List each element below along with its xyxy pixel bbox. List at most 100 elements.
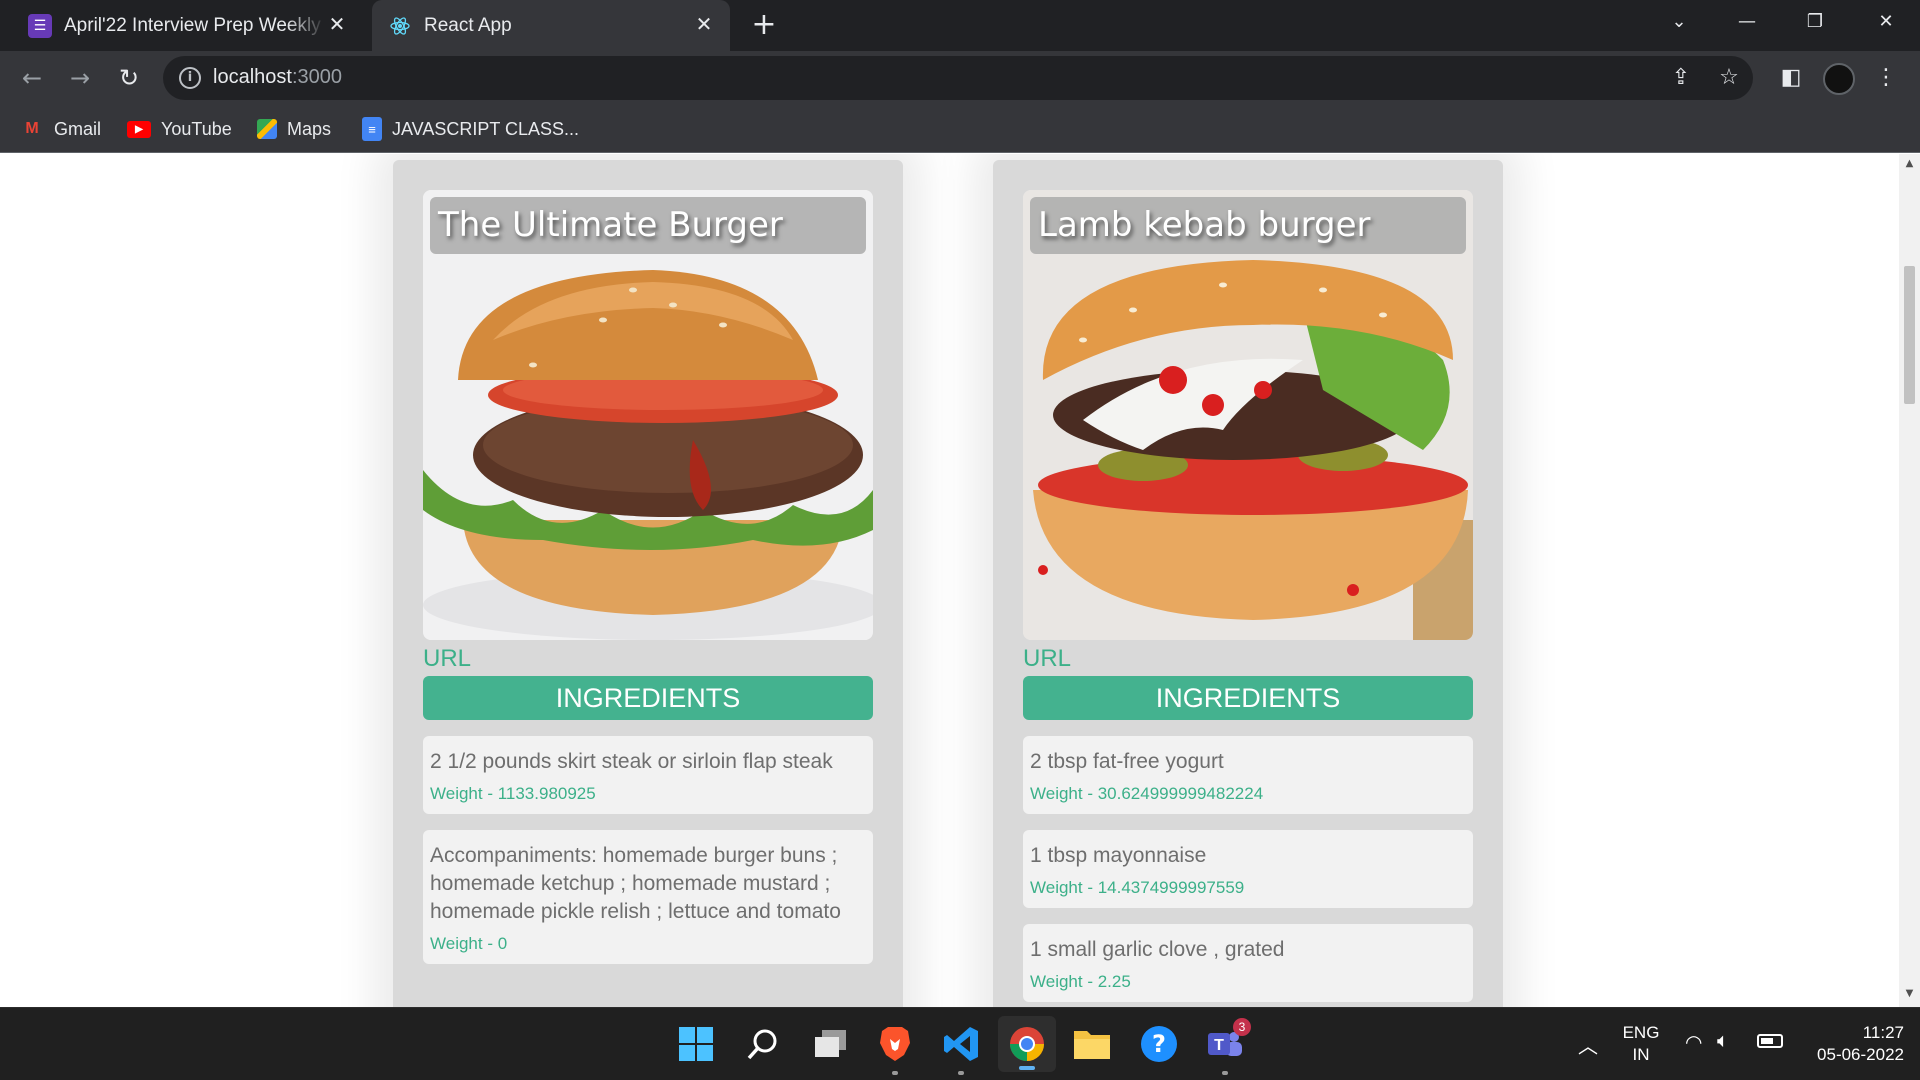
search-button[interactable] <box>741 1022 785 1066</box>
ingredient-text: 2 tbsp fat-free yogurt <box>1030 750 1224 773</box>
tab-title: React App <box>424 14 512 36</box>
recipe-title: Lamb kebab burger <box>1030 197 1466 254</box>
maps-icon <box>257 119 277 139</box>
form-icon: ☰ <box>28 13 52 38</box>
bookmark-javascript-class[interactable]: ≡ JAVASCRIPT CLASS... <box>362 115 579 143</box>
recipe-url-link[interactable]: URL <box>1023 644 1473 674</box>
url-text[interactable]: localhost:3000 <box>213 66 342 89</box>
help-icon: ? <box>1141 1026 1177 1062</box>
recipe-image: Lamb kebab burger <box>1023 190 1473 640</box>
side-panel-icon[interactable]: ◧ <box>1775 62 1807 94</box>
share-icon[interactable]: ⇪ <box>1668 66 1694 90</box>
scroll-up-icon[interactable]: ▲ <box>1903 158 1916 169</box>
start-button[interactable] <box>674 1022 718 1066</box>
active-indicator <box>1019 1066 1035 1070</box>
running-indicator <box>892 1071 898 1075</box>
bookmark-label: Maps <box>287 118 332 139</box>
site-info-icon[interactable]: i <box>179 67 201 89</box>
recipe-panel: The Ultimate Burger URL INGREDIENTS 2 1/… <box>393 160 903 1007</box>
gmail-icon: M <box>25 120 39 137</box>
recipe-image: The Ultimate Burger <box>423 190 873 640</box>
help-button[interactable]: ? <box>1137 1022 1181 1066</box>
bookmark-maps[interactable]: Maps <box>257 115 331 143</box>
forward-button[interactable]: → <box>64 62 96 94</box>
task-view-button[interactable] <box>808 1022 852 1066</box>
close-tab-icon[interactable]: ✕ <box>325 13 349 37</box>
scroll-down-icon[interactable]: ▼ <box>1903 988 1916 999</box>
recipe-panel: Lamb kebab burger URL INGREDIENTS 2 tbsp… <box>993 160 1503 1007</box>
recipe-card: The Ultimate Burger URL INGREDIENTS 2 1/… <box>423 190 873 964</box>
vscode-button[interactable] <box>939 1022 983 1075</box>
battery-icon[interactable] <box>1757 1034 1783 1048</box>
teams-button[interactable]: T 3 <box>1203 1018 1251 1075</box>
bookmark-youtube[interactable]: ▶ YouTube <box>127 115 232 143</box>
windows-taskbar: ? T 3 ︿ ENG IN ◠ 🔈︎ 11:27 05-06-2022 <box>0 1007 1920 1080</box>
brave-button[interactable] <box>873 1022 917 1075</box>
ingredient-weight: Weight - 0 <box>430 934 508 953</box>
folder-icon <box>1074 1031 1110 1059</box>
bookmark-label: YouTube <box>161 118 232 139</box>
close-window-button[interactable]: ✕ <box>1852 0 1920 44</box>
running-indicator <box>958 1071 964 1075</box>
date-label: 05-06-2022 <box>1817 1045 1904 1064</box>
notification-badge: 3 <box>1233 1018 1251 1036</box>
ingredients-button[interactable]: INGREDIENTS <box>1023 676 1473 720</box>
ingredient-item: 2 tbsp fat-free yogurt Weight - 30.62499… <box>1023 736 1473 814</box>
menu-icon[interactable]: ⋮ <box>1870 62 1902 94</box>
address-bar[interactable]: i localhost:3000 ⇪ ☆ <box>163 56 1753 100</box>
clock[interactable]: 11:27 05-06-2022 <box>1800 1022 1904 1066</box>
ingredient-text: 2 1/2 pounds skirt steak or sirloin flap… <box>430 750 833 773</box>
chevron-up-icon[interactable]: ︿ <box>1578 1030 1598 1059</box>
page-viewport: The Ultimate Burger URL INGREDIENTS 2 1/… <box>0 154 1899 1007</box>
new-tab-button[interactable]: + <box>748 10 780 42</box>
docs-icon: ≡ <box>362 117 382 141</box>
recipe-url-link[interactable]: URL <box>423 644 873 674</box>
recipe-title: The Ultimate Burger <box>430 197 866 254</box>
language-indicator[interactable]: ENG IN <box>1618 1022 1664 1066</box>
browser-toolbar: ← → ↻ i localhost:3000 ⇪ ☆ ◧ ⋮ <box>0 51 1920 105</box>
tab-title: April'22 Interview Prep Weekly Te <box>64 14 326 36</box>
bookmark-star-icon[interactable]: ☆ <box>1716 66 1742 90</box>
avatar[interactable] <box>1823 63 1855 95</box>
close-tab-icon[interactable]: ✕ <box>692 13 716 37</box>
wifi-icon[interactable]: ◠ <box>1685 1030 1702 1055</box>
ingredient-text: Accompaniments: homemade burger buns ; h… <box>430 844 841 923</box>
bookmark-label: JAVASCRIPT CLASS... <box>392 118 580 139</box>
tab-search-icon[interactable]: ⌄ <box>1645 0 1713 44</box>
reload-button[interactable]: ↻ <box>113 62 145 94</box>
ingredient-text: 1 small garlic clove , grated <box>1030 938 1285 961</box>
burger-image <box>1023 190 1473 640</box>
minimize-button[interactable]: — <box>1713 0 1781 44</box>
volume-icon[interactable]: 🔈︎ <box>1717 1030 1729 1053</box>
ingredient-weight: Weight - 1133.980925 <box>430 784 596 803</box>
ingredients-button[interactable]: INGREDIENTS <box>423 676 873 720</box>
tab-react-app[interactable]: React App ✕ <box>372 0 730 51</box>
svg-text:T: T <box>1214 1037 1224 1054</box>
language-label: ENG <box>1622 1023 1660 1042</box>
scrollbar-thumb[interactable] <box>1904 266 1915 404</box>
restore-button[interactable]: ❐ <box>1781 0 1849 44</box>
bookmark-gmail[interactable]: M Gmail <box>20 115 101 143</box>
region-label: IN <box>1632 1045 1650 1064</box>
ingredient-item: 1 small garlic clove , grated Weight - 2… <box>1023 924 1473 1002</box>
chrome-button[interactable] <box>998 1016 1056 1072</box>
burger-image <box>423 190 873 640</box>
back-button[interactable]: ← <box>16 62 48 94</box>
ingredient-weight: Weight - 14.4374999997559 <box>1030 878 1245 897</box>
windows-icon <box>679 1027 713 1061</box>
youtube-icon: ▶ <box>127 120 151 138</box>
ingredient-weight: Weight - 30.624999999482224 <box>1030 784 1264 803</box>
recipe-card: Lamb kebab burger URL INGREDIENTS 2 tbsp… <box>1023 190 1473 1002</box>
brave-icon <box>880 1027 910 1061</box>
page-scrollbar[interactable]: ▲ ▼ <box>1899 154 1920 1007</box>
tab-strip: ☰ April'22 Interview Prep Weekly Te ✕ Re… <box>0 0 1920 51</box>
ingredient-text: 1 tbsp mayonnaise <box>1030 844 1207 867</box>
chrome-icon <box>1010 1027 1044 1061</box>
ingredient-item: Accompaniments: homemade burger buns ; h… <box>423 830 873 964</box>
search-icon <box>747 1029 777 1060</box>
tab-interview-prep[interactable]: ☰ April'22 Interview Prep Weekly Te ✕ <box>28 0 363 51</box>
bookmarks-bar: M Gmail ▶ YouTube Maps ≡ JAVASCRIPT CLAS… <box>0 105 1920 153</box>
time-label: 11:27 <box>1862 1023 1904 1042</box>
file-explorer-button[interactable] <box>1070 1022 1114 1066</box>
task-view-icon <box>815 1030 846 1057</box>
